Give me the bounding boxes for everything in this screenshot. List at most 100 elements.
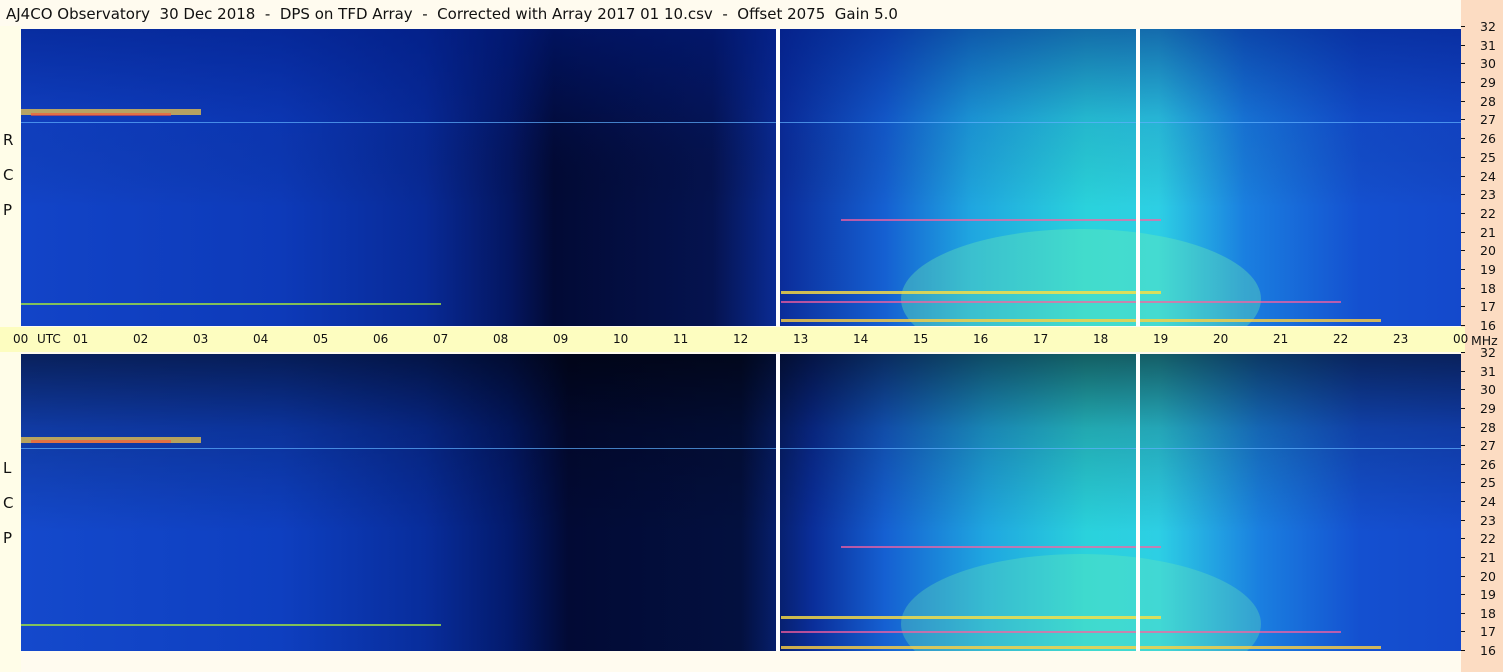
freq-tick-mark — [1461, 231, 1465, 233]
freq-tick-label: 27 — [1480, 112, 1496, 128]
time-tick-label: 06 — [373, 332, 389, 346]
freq-tick-mark — [1461, 445, 1465, 447]
freq-tick-mark — [1461, 612, 1465, 614]
freq-tick-mark — [1461, 407, 1465, 409]
freq-tick-mark — [1461, 501, 1465, 502]
freq-tick-label: 20 — [1480, 568, 1496, 584]
time-tick-label: 03 — [193, 332, 209, 346]
lcp-spectrogram — [21, 354, 1461, 651]
freq-tick-label: 31 — [1480, 37, 1496, 53]
time-tick-label: 11 — [673, 332, 689, 346]
time-tick-label: 21 — [1273, 332, 1289, 346]
polarization-letter-lcp: C — [3, 494, 14, 512]
freq-tick-mark — [1461, 194, 1465, 196]
time-tick-label: 22 — [1333, 332, 1349, 346]
freq-tick-mark — [1461, 389, 1465, 391]
freq-tick-label: 19 — [1480, 587, 1496, 603]
freq-tick-mark — [1461, 463, 1465, 465]
freq-tick-label: 29 — [1480, 75, 1496, 91]
freq-tick-mark — [1461, 426, 1465, 428]
time-tick-label: 00 — [13, 332, 29, 346]
polarization-letter-rcp: P — [3, 201, 13, 219]
freq-tick-label: 26 — [1480, 131, 1496, 147]
time-tick-label: 10 — [613, 332, 629, 346]
freq-tick-label: 24 — [1480, 168, 1496, 184]
freq-tick-mark — [1461, 212, 1465, 214]
polarization-letter-rcp: C — [3, 166, 14, 184]
freq-tick-mark — [1461, 325, 1465, 326]
freq-tick-mark — [1461, 82, 1465, 84]
freq-tick-mark — [1461, 352, 1465, 353]
freq-tick-mark — [1461, 650, 1465, 651]
freq-tick-mark — [1461, 575, 1465, 577]
freq-tick-label: 21 — [1480, 549, 1496, 565]
freq-tick-label: 16 — [1480, 643, 1496, 658]
freq-tick-mark — [1461, 370, 1465, 372]
freq-tick-mark — [1461, 519, 1465, 521]
freq-tick-label: 17 — [1480, 299, 1496, 315]
time-tick-label: 20 — [1213, 332, 1229, 346]
time-tick-label: 13 — [793, 332, 809, 346]
freq-tick-label: 30 — [1480, 382, 1496, 398]
freq-tick-label: 32 — [1480, 19, 1496, 34]
freq-tick-label: 31 — [1480, 363, 1496, 379]
freq-tick-mark — [1461, 138, 1465, 140]
time-tick-label: 18 — [1093, 332, 1109, 346]
freq-tick-label: 22 — [1480, 531, 1496, 547]
time-tick-label: 14 — [853, 332, 869, 346]
freq-tick-label: 23 — [1480, 187, 1496, 203]
freq-tick-mark — [1461, 119, 1465, 121]
time-tick-label: 07 — [433, 332, 449, 346]
freq-tick-mark — [1461, 250, 1465, 252]
freq-tick-mark — [1461, 538, 1465, 540]
freq-tick-mark — [1461, 44, 1465, 46]
time-tick-label: 00 — [1453, 332, 1469, 346]
freq-tick-mark — [1461, 268, 1465, 270]
freq-tick-label: 27 — [1480, 438, 1496, 454]
time-tick-label: 23 — [1393, 332, 1409, 346]
freq-tick-label: 18 — [1480, 280, 1496, 296]
time-tick-label: 12 — [733, 332, 749, 346]
time-tick-label: 19 — [1153, 332, 1169, 346]
freq-tick-mark — [1461, 175, 1465, 177]
freq-tick-label: 26 — [1480, 456, 1496, 472]
freq-tick-label: 17 — [1480, 624, 1496, 640]
freq-tick-label: 24 — [1480, 494, 1496, 509]
time-tick-label: 15 — [913, 332, 929, 346]
time-tick-label: 17 — [1033, 332, 1049, 346]
freq-tick-label: 16 — [1480, 318, 1496, 333]
freq-tick-mark — [1461, 631, 1465, 633]
time-tick-label: 09 — [553, 332, 569, 346]
time-tick-label: 01 — [73, 332, 89, 346]
rcp-spectrogram — [21, 29, 1461, 326]
chart-title: AJ4CO Observatory 30 Dec 2018 - DPS on T… — [6, 5, 898, 23]
polarization-letter-lcp: L — [3, 459, 12, 477]
freq-tick-label: 23 — [1480, 512, 1496, 528]
freq-tick-mark — [1461, 156, 1465, 158]
freq-tick-label: 18 — [1480, 605, 1496, 621]
time-tick-label: 02 — [133, 332, 149, 346]
freq-tick-label: 25 — [1480, 149, 1496, 165]
freq-tick-label: 21 — [1480, 224, 1496, 240]
freq-tick-mark — [1461, 556, 1465, 558]
time-tick-label: 04 — [253, 332, 269, 346]
freq-tick-mark — [1461, 287, 1465, 289]
freq-tick-mark — [1461, 594, 1465, 596]
time-tick-label: 16 — [973, 332, 989, 346]
freq-tick-label: 28 — [1480, 93, 1496, 109]
freq-tick-label: 28 — [1480, 419, 1496, 435]
freq-tick-mark — [1461, 63, 1465, 65]
freq-tick-label: 19 — [1480, 261, 1496, 277]
freq-tick-mark — [1461, 482, 1465, 484]
freq-tick-label: 30 — [1480, 56, 1496, 72]
freq-tick-label: 25 — [1480, 475, 1496, 491]
freq-tick-mark — [1461, 100, 1465, 102]
freq-tick-label: 22 — [1480, 205, 1496, 221]
freq-tick-label: 32 — [1480, 345, 1496, 360]
utc-label: UTC — [37, 332, 61, 346]
polarization-letter-rcp: R — [3, 131, 14, 149]
freq-tick-label: 20 — [1480, 243, 1496, 259]
freq-tick-mark — [1461, 306, 1465, 308]
freq-tick-mark — [1461, 26, 1465, 27]
freq-tick-label: 29 — [1480, 400, 1496, 416]
